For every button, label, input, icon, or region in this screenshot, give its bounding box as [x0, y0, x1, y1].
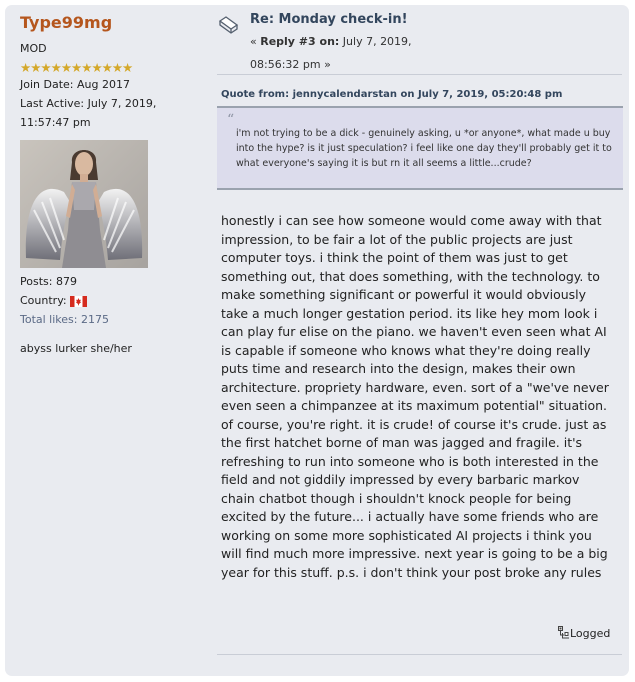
- join-date: Join Date: Aug 2017: [20, 78, 130, 91]
- post-time: 08:56:32 pm »: [250, 58, 331, 71]
- last-active-time: 11:57:47 pm: [20, 116, 91, 129]
- reply-number-link[interactable]: Reply #3 on:: [260, 35, 339, 48]
- meta-prefix: «: [250, 35, 261, 48]
- post-subject-link[interactable]: Re: Monday check-in!: [250, 12, 408, 27]
- last-active: Last Active: July 7, 2019,: [20, 97, 157, 110]
- footer-divider: [217, 654, 622, 655]
- post-body: honestly i can see how someone would com…: [221, 213, 609, 580]
- post-count: Posts: 879: [20, 275, 77, 288]
- poster-info: Type99mg MOD ★★★★★★★★★★★ Join Date: Aug …: [20, 13, 205, 356]
- topic-tag-icon: [218, 16, 239, 34]
- header-divider: [217, 74, 622, 75]
- poster-role: MOD: [20, 42, 47, 55]
- poster-blurb: abyss lurker she/her: [20, 342, 132, 355]
- post-date: July 7, 2019,: [339, 35, 412, 48]
- quote-mark-icon: “: [227, 112, 235, 128]
- post-meta: « Reply #3 on: July 7, 2019, 08:56:32 pm …: [250, 30, 620, 76]
- forum-post: Type99mg MOD ★★★★★★★★★★★ Join Date: Aug …: [5, 5, 629, 676]
- quote-text: i'm not trying to be a dick - genuinely …: [236, 128, 612, 169]
- poster-stats: Posts: 879 Country: Total likes: 2175: [20, 272, 205, 329]
- canada-flag-icon: [69, 295, 87, 307]
- ip-logged-icon: [558, 626, 569, 639]
- rank-stars: ★★★★★★★★★★★: [20, 60, 133, 75]
- country: Country:: [20, 291, 205, 310]
- post-subject: Re: Monday check-in!: [250, 11, 408, 28]
- quote-block: “ i'm not trying to be a dick - genuinel…: [217, 108, 623, 188]
- quote-bottom-border: [217, 188, 623, 190]
- country-label: Country:: [20, 294, 67, 307]
- poster-avatar[interactable]: [20, 140, 148, 268]
- total-likes: Total likes: 2175: [20, 313, 109, 326]
- ip-logged: Logged: [558, 626, 610, 640]
- poster-username[interactable]: Type99mg: [20, 13, 205, 33]
- logged-label: Logged: [570, 627, 611, 640]
- quote-header-link[interactable]: Quote from: jennycalendarstan on July 7,…: [221, 89, 562, 100]
